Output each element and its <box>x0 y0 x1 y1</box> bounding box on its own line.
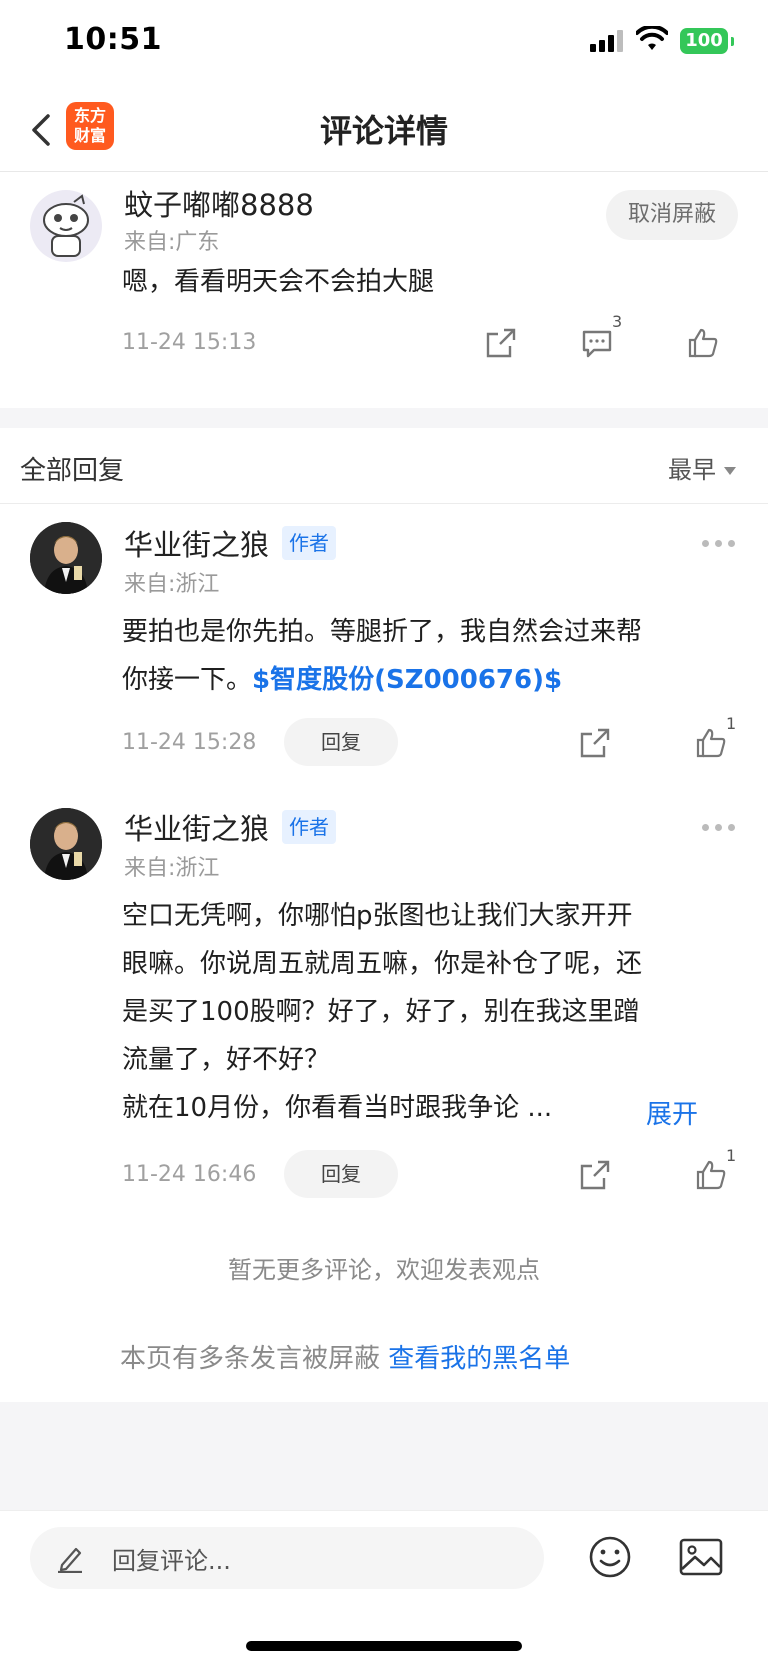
pencil-icon <box>58 1547 82 1573</box>
stock-link[interactable]: $智度股份(SZ000676)$ <box>252 665 562 695</box>
author-badge: 作者 <box>282 810 336 844</box>
reply-button[interactable]: 回复 <box>284 718 398 766</box>
blocked-note-text: 本页有多条发言被屏蔽 <box>120 1344 381 1374</box>
replies-title: 全部回复 <box>20 456 125 486</box>
timestamp: 11-24 15:13 <box>122 330 257 355</box>
reply-text-line: 眼嘛。你说周五就周五嘛，你是补仓了呢，还 <box>122 949 643 979</box>
author-badge: 作者 <box>282 526 336 560</box>
avatar[interactable] <box>30 522 102 594</box>
nav-bar: 东方 财富 评论详情 <box>0 88 768 172</box>
comment-text: 嗯，看看明天会不会拍大腿 <box>122 267 435 297</box>
origin-location: 来自:浙江 <box>124 572 220 597</box>
replies-header: 全部回复 最早 <box>0 428 768 504</box>
sort-label: 最早 <box>668 456 716 484</box>
emoji-icon[interactable] <box>588 1535 632 1579</box>
origin-location: 来自:浙江 <box>124 856 220 881</box>
blacklist-link[interactable]: 查看我的黑名单 <box>388 1344 570 1374</box>
more-options-icon[interactable] <box>702 540 736 548</box>
signal-icon <box>590 30 626 52</box>
timestamp: 11-24 15:28 <box>122 730 257 755</box>
unblock-button[interactable]: 取消屏蔽 <box>606 190 738 240</box>
person-avatar-icon <box>30 522 102 594</box>
reply-placeholder: 回复评论... <box>112 1547 231 1575</box>
username[interactable]: 华业街之狼 <box>124 522 269 564</box>
no-more-comments: 暂无更多评论，欢迎发表观点 <box>228 1256 540 1284</box>
reply-text-line: 空口无凭啊，你哪怕p张图也让我们大家开开 <box>122 901 633 931</box>
origin-location: 来自:广东 <box>124 230 220 255</box>
share-icon[interactable] <box>484 326 518 360</box>
person-avatar-icon <box>30 808 102 880</box>
reply-button[interactable]: 回复 <box>284 1150 398 1198</box>
home-indicator <box>246 1641 522 1651</box>
like-count: 1 <box>726 1146 737 1165</box>
page-title: 评论详情 <box>319 112 448 150</box>
main-comment: 蚊子嘟嘟8888 来自:广东 取消屏蔽 嗯，看看明天会不会拍大腿 11-24 1… <box>0 172 768 408</box>
reply-text-line: 你接一下。$智度股份(SZ000676)$ <box>122 656 562 704</box>
input-bar: 回复评论... <box>0 1510 768 1663</box>
section-divider <box>0 408 768 428</box>
like-icon[interactable] <box>694 726 728 760</box>
reply-input[interactable]: 回复评论... <box>30 1527 544 1589</box>
status-time: 10:51 <box>64 22 162 57</box>
share-icon[interactable] <box>578 726 612 760</box>
like-icon[interactable] <box>694 1158 728 1192</box>
more-options-icon[interactable] <box>702 824 736 832</box>
avatar[interactable] <box>30 190 102 262</box>
comment-count: 3 <box>612 312 623 331</box>
reply-text-line: 是买了100股啊？好了，好了，别在我这里蹭 <box>122 997 640 1027</box>
battery-indicator: 100 <box>680 28 734 54</box>
reply-text-line: 流量了，好不好？ <box>122 1045 331 1075</box>
cartoon-avatar-icon <box>43 194 89 257</box>
reply-text-line: 就在10月份，你看看当时跟我争论 ... <box>122 1093 553 1123</box>
blocked-note: 本页有多条发言被屏蔽 查看我的黑名单 <box>120 1338 570 1375</box>
like-count: 1 <box>726 714 737 733</box>
avatar[interactable] <box>30 808 102 880</box>
reply-text-prefix: 你接一下。 <box>122 665 253 695</box>
share-icon[interactable] <box>578 1158 612 1192</box>
status-bar: 10:51 100 <box>0 0 768 88</box>
username[interactable]: 蚊子嘟嘟8888 <box>124 182 314 224</box>
timestamp: 11-24 16:46 <box>122 1162 257 1187</box>
reply-text-line: 要拍也是你先拍。等腿折了，我自然会过来帮 <box>122 617 643 647</box>
image-icon[interactable] <box>678 1537 724 1577</box>
bottom-spacer <box>0 1402 768 1510</box>
expand-link[interactable]: 展开 <box>646 1094 698 1131</box>
comment-icon[interactable] <box>580 326 614 360</box>
username[interactable]: 华业街之狼 <box>124 806 269 848</box>
wifi-icon <box>636 26 668 50</box>
caret-down-icon <box>724 467 736 475</box>
like-icon[interactable] <box>686 326 720 360</box>
sort-dropdown[interactable]: 最早 <box>668 450 736 485</box>
